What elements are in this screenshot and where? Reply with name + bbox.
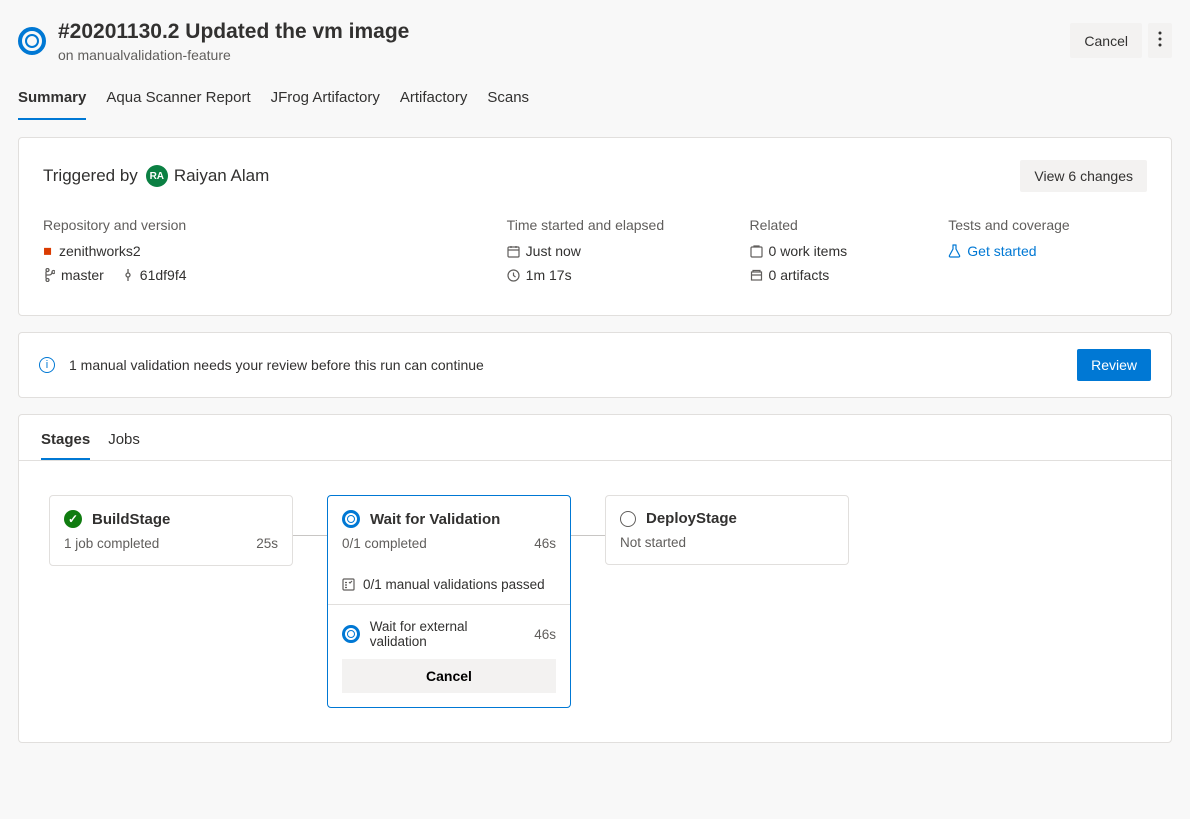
info-grid: Repository and version ◆ zenithworks2 ma… (43, 217, 1147, 291)
stage-wait-name: Wait for Validation (370, 511, 500, 528)
stage-cancel-wrap: Cancel (328, 659, 570, 707)
get-started-link[interactable]: Get started (967, 243, 1036, 259)
stage-wait-duration: 46s (534, 536, 556, 551)
stage-wait-status-text: 0/1 completed (342, 536, 427, 551)
tab-jobs[interactable]: Jobs (108, 431, 140, 460)
work-items-value: 0 work items (769, 243, 848, 259)
stage-build-status-text: 1 job completed (64, 536, 159, 551)
commit-row[interactable]: 61df9f4 (122, 267, 187, 283)
stages-tabs: Stages Jobs (19, 415, 1171, 460)
stage-build-duration: 25s (256, 536, 278, 551)
tab-aqua-scanner[interactable]: Aqua Scanner Report (106, 81, 250, 120)
work-items-row[interactable]: 0 work items (750, 243, 949, 259)
artifacts-value: 0 artifacts (769, 267, 830, 283)
alert-card: i 1 manual validation needs your review … (18, 332, 1172, 398)
tab-jfrog[interactable]: JFrog Artifactory (271, 81, 380, 120)
triggered-by: Triggered by RA Raiyan Alam (43, 165, 269, 187)
main-tabs: Summary Aqua Scanner Report JFrog Artifa… (18, 81, 1172, 121)
pipeline-status-inner (25, 34, 39, 48)
stage-build-name: BuildStage (92, 511, 170, 528)
col-repo: Repository and version ◆ zenithworks2 ma… (43, 217, 507, 291)
stage-build[interactable]: ✓ BuildStage 1 job completed 25s (49, 495, 293, 566)
not-started-icon (620, 511, 636, 527)
connector-2 (571, 535, 605, 536)
avatar: RA (146, 165, 168, 187)
stage-build-header: ✓ BuildStage (50, 496, 292, 536)
col-tests: Tests and coverage Get started (948, 217, 1147, 291)
header-actions: Cancel (1070, 23, 1172, 58)
tab-scans[interactable]: Scans (487, 81, 529, 120)
summary-top: Triggered by RA Raiyan Alam View 6 chang… (43, 160, 1147, 192)
tab-stages[interactable]: Stages (41, 431, 90, 460)
task-progress-icon (342, 625, 360, 643)
stage-deploy-name: DeployStage (646, 510, 737, 527)
elapsed-value: 1m 17s (526, 267, 572, 283)
stage-deploy[interactable]: DeployStage Not started (605, 495, 849, 565)
in-progress-icon (342, 510, 360, 528)
check-icon: ✓ (64, 510, 82, 528)
calendar-icon (507, 245, 520, 258)
page-header: #20201130.2 Updated the vm image on manu… (18, 18, 1172, 63)
alert-message: 1 manual validation needs your review be… (69, 357, 484, 373)
started-row: Just now (507, 243, 750, 259)
stage-wait-task-duration: 46s (534, 627, 556, 642)
review-button[interactable]: Review (1077, 349, 1151, 381)
col-time-label: Time started and elapsed (507, 217, 750, 233)
stage-wait-valid-text: 0/1 manual validations passed (363, 577, 545, 592)
pipeline-status-icon (18, 27, 46, 55)
kebab-icon (1158, 31, 1162, 47)
started-value: Just now (526, 243, 581, 259)
stage-wait-task[interactable]: Wait for external validation 46s (328, 605, 570, 659)
more-options-button[interactable] (1148, 23, 1172, 58)
stage-wait-status: 0/1 completed 46s (328, 536, 570, 565)
stage-deploy-status-text: Not started (620, 535, 686, 550)
stage-wait-header: Wait for Validation (328, 496, 570, 536)
work-items-icon (750, 245, 763, 258)
flask-icon (948, 244, 961, 258)
col-related: Related 0 work items 0 artifacts (750, 217, 949, 291)
checklist-icon (342, 578, 355, 591)
stage-build-status: 1 job completed 25s (50, 536, 292, 565)
repo-name-row[interactable]: ◆ zenithworks2 (43, 243, 507, 259)
elapsed-row: 1m 17s (507, 267, 750, 283)
col-tests-label: Tests and coverage (948, 217, 1147, 233)
col-time: Time started and elapsed Just now 1m 17s (507, 217, 750, 291)
branch-row[interactable]: master (43, 267, 104, 283)
alert-left: i 1 manual validation needs your review … (39, 357, 484, 373)
view-changes-button[interactable]: View 6 changes (1020, 160, 1147, 192)
stage-cancel-button[interactable]: Cancel (342, 659, 556, 693)
commit-hash: 61df9f4 (140, 267, 187, 283)
tab-artifactory[interactable]: Artifactory (400, 81, 468, 120)
artifacts-icon (750, 269, 763, 282)
tests-get-started-row[interactable]: Get started (948, 243, 1147, 259)
tab-summary[interactable]: Summary (18, 81, 86, 120)
triggered-by-prefix: Triggered by (43, 166, 138, 186)
stage-wait-validations: 0/1 manual validations passed (328, 565, 570, 604)
page-title: #20201130.2 Updated the vm image (58, 18, 409, 45)
stage-wait[interactable]: Wait for Validation 0/1 completed 46s 0/… (327, 495, 571, 708)
artifacts-row[interactable]: 0 artifacts (750, 267, 949, 283)
col-related-label: Related (750, 217, 949, 233)
clock-icon (507, 269, 520, 282)
header-left: #20201130.2 Updated the vm image on manu… (18, 18, 409, 63)
triggered-by-name: Raiyan Alam (174, 166, 269, 186)
repo-icon: ◆ (39, 242, 57, 260)
summary-card: Triggered by RA Raiyan Alam View 6 chang… (18, 137, 1172, 316)
branch-icon (43, 268, 55, 282)
commit-icon (122, 269, 134, 281)
col-repo-label: Repository and version (43, 217, 507, 233)
cancel-button[interactable]: Cancel (1070, 23, 1142, 58)
branch-commit-row: master 61df9f4 (43, 267, 507, 291)
branch-name: master (61, 267, 104, 283)
title-block: #20201130.2 Updated the vm image on manu… (58, 18, 409, 63)
repo-name: zenithworks2 (59, 243, 141, 259)
stages-body: ✓ BuildStage 1 job completed 25s Wait fo… (19, 460, 1171, 742)
page-subtitle: on manualvalidation-feature (58, 47, 409, 63)
info-icon: i (39, 357, 55, 373)
stage-deploy-status: Not started (606, 535, 848, 564)
stage-deploy-header: DeployStage (606, 496, 848, 535)
stage-wait-task-name: Wait for external validation (370, 619, 525, 649)
stages-card: Stages Jobs ✓ BuildStage 1 job completed… (18, 414, 1172, 743)
connector-1 (293, 535, 327, 536)
